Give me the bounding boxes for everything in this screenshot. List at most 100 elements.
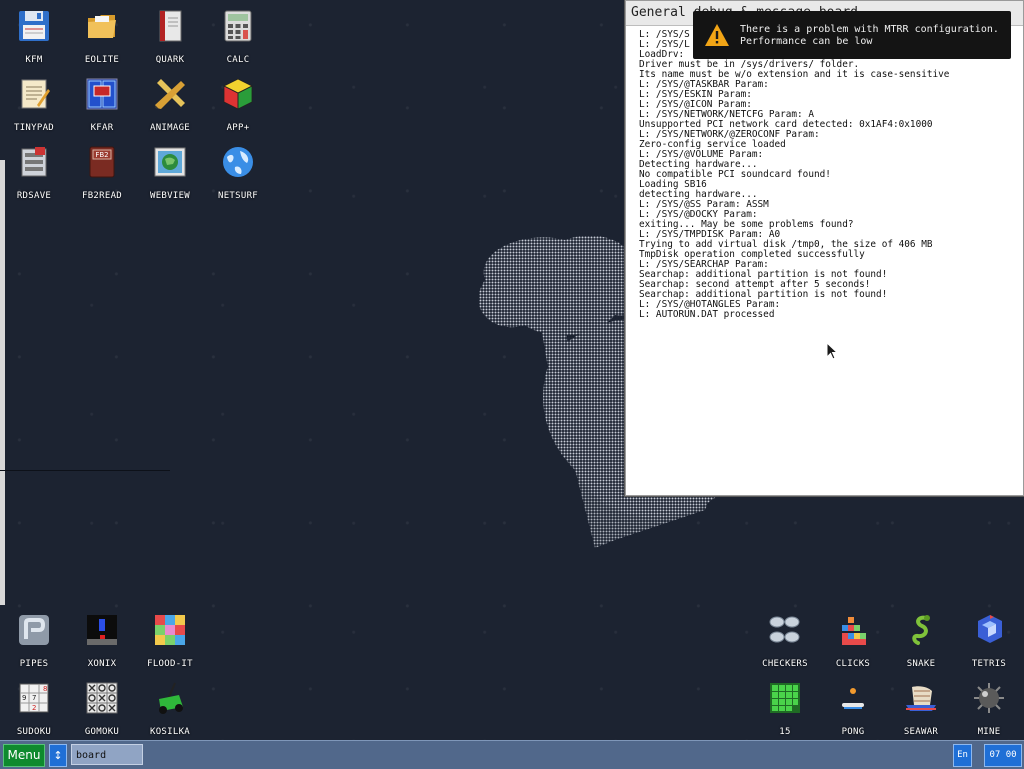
color-grid-icon	[153, 613, 187, 647]
log-line: L: AUTORUN.DAT processed	[639, 309, 775, 320]
icon-label: CLICKS	[835, 659, 871, 669]
blocks-icon	[836, 613, 870, 647]
mine-icon	[972, 681, 1006, 715]
desktop-icon-eolite[interactable]: EOLITE	[68, 3, 136, 69]
desktop-icon-xonix[interactable]: XONIX	[68, 607, 136, 673]
desktop-icon-clicks[interactable]: CLICKS	[819, 607, 887, 673]
icon-label: SUDOKU	[16, 727, 52, 737]
warning-icon	[705, 24, 729, 46]
desktop-icon-tinypad[interactable]: TINYPAD	[0, 71, 68, 137]
icon-label: MINE	[977, 727, 1001, 737]
divider-line	[0, 470, 170, 471]
desktop-icon-15[interactable]: 15	[751, 675, 819, 741]
icon-label: KFAR	[90, 123, 114, 133]
desktop-icon-app-plus[interactable]: APP+	[204, 71, 272, 137]
icon-label: CALC	[226, 55, 250, 65]
icon-label: SEAWAR	[903, 727, 939, 737]
mtrr-warning-notification[interactable]: There is a problem with MTRR configurati…	[693, 11, 1011, 59]
svg-text:8: 8	[43, 685, 47, 693]
desktop-icon-pipes[interactable]: PIPES	[0, 607, 68, 673]
icon-label: KFM	[25, 55, 43, 65]
calculator-icon	[221, 9, 255, 43]
desktop-icon-rdsave[interactable]: RDSAVE	[0, 139, 68, 205]
icon-label: FLOOD-IT	[147, 659, 193, 669]
desktop-icon-quark[interactable]: QUARK	[136, 3, 204, 69]
icon-label: ANIMAGE	[149, 123, 191, 133]
icon-label: GOMOKU	[84, 727, 120, 737]
debug-board-window[interactable]: General debug & message board L: /SYS/SL…	[625, 0, 1024, 496]
folder-icon	[85, 9, 119, 43]
desktop-icon-calc[interactable]: CALC	[204, 3, 272, 69]
desktop-icon-netsurf[interactable]: NETSURF	[204, 139, 272, 205]
icon-label: XONIX	[87, 659, 117, 669]
sudoku-icon: 8 97 2	[17, 681, 51, 715]
book-icon: FB2	[85, 145, 119, 179]
icon-label: APP+	[226, 123, 250, 133]
svg-text:FB2: FB2	[95, 151, 108, 159]
floppy-disk-icon	[17, 9, 51, 43]
icon-label: RDSAVE	[16, 191, 52, 201]
taskbar: Menu ↕ board En 07 00	[0, 740, 1024, 769]
fifteen-puzzle-icon	[768, 681, 802, 715]
window-switch-button[interactable]: ↕	[49, 744, 67, 767]
mouse-cursor-icon	[826, 342, 838, 360]
svg-text:2: 2	[32, 704, 36, 712]
icon-label: FB2READ	[81, 191, 123, 201]
rubik-cube-icon	[221, 77, 255, 111]
pencil-ruler-icon	[153, 77, 187, 111]
icon-label: EOLITE	[84, 55, 120, 65]
pipes-icon	[17, 613, 51, 647]
notebook-icon	[153, 9, 187, 43]
desktop-icon-checkers[interactable]: CHECKERS	[751, 607, 819, 673]
svg-text:9: 9	[22, 694, 26, 702]
dual-panel-icon	[85, 77, 119, 111]
notification-line-1: There is a problem with MTRR configurati…	[740, 24, 999, 35]
icon-label: CHECKERS	[762, 659, 808, 669]
checkers-icon	[768, 613, 802, 647]
desktop-icon-kosilka[interactable]: KOSILKA	[136, 675, 204, 741]
left-edge-panel	[0, 160, 5, 605]
desktop-icon-animage[interactable]: ANIMAGE	[136, 71, 204, 137]
desktop-icon-snake[interactable]: SNAKE	[887, 607, 955, 673]
snake-icon	[904, 613, 938, 647]
notification-message: There is a problem with MTRR configurati…	[740, 24, 999, 48]
web-image-icon	[153, 145, 187, 179]
ship-icon	[904, 681, 938, 715]
desktop-icon-kfar[interactable]: KFAR	[68, 71, 136, 137]
desktop-icon-pong[interactable]: PONG	[819, 675, 887, 741]
tetris-icon	[972, 613, 1006, 647]
desktop-icon-tetris[interactable]: TETRIS	[955, 607, 1023, 673]
icon-label: TETRIS	[971, 659, 1007, 669]
icon-label: NETSURF	[217, 191, 259, 201]
icon-label: TINYPAD	[13, 123, 55, 133]
icon-label: SNAKE	[906, 659, 936, 669]
desktop-icon-kfm[interactable]: KFM	[0, 3, 68, 69]
clock[interactable]: 07 00	[984, 744, 1022, 767]
log-text-area[interactable]: L: /SYS/S L: /SYS/L LoadDrv: Driver must be…	[626, 26, 1023, 320]
desktop-icon-flood-it[interactable]: FLOOD-IT	[136, 607, 204, 673]
desktop-icon-fb2read[interactable]: FB2 FB2READ	[68, 139, 136, 205]
desktop-icon-mine[interactable]: MINE	[955, 675, 1023, 741]
icon-label: QUARK	[155, 55, 185, 65]
notification-line-2: Performance can be low	[740, 36, 873, 47]
lawn-mower-icon	[153, 681, 187, 715]
icon-label: 15	[779, 727, 791, 737]
desktop-icon-webview[interactable]: WEBVIEW	[136, 139, 204, 205]
desktop-icon-sudoku[interactable]: 8 97 2 SUDOKU	[0, 675, 68, 741]
tictactoe-icon	[85, 681, 119, 715]
globe-icon	[221, 145, 255, 179]
notepad-icon	[17, 77, 51, 111]
icon-label: WEBVIEW	[149, 191, 191, 201]
desktop-icon-seawar[interactable]: SEAWAR	[887, 675, 955, 741]
language-indicator[interactable]: En	[953, 744, 972, 767]
ramdisk-save-icon	[17, 145, 51, 179]
menu-button[interactable]: Menu	[3, 744, 45, 767]
icon-label: PONG	[841, 727, 865, 737]
icon-label: PIPES	[19, 659, 49, 669]
xonix-icon	[85, 613, 119, 647]
svg-text:7: 7	[32, 694, 36, 702]
desktop-icon-gomoku[interactable]: GOMOKU	[68, 675, 136, 741]
icon-label: KOSILKA	[149, 727, 191, 737]
pong-icon	[836, 681, 870, 715]
taskbar-item-board[interactable]: board	[71, 744, 143, 765]
